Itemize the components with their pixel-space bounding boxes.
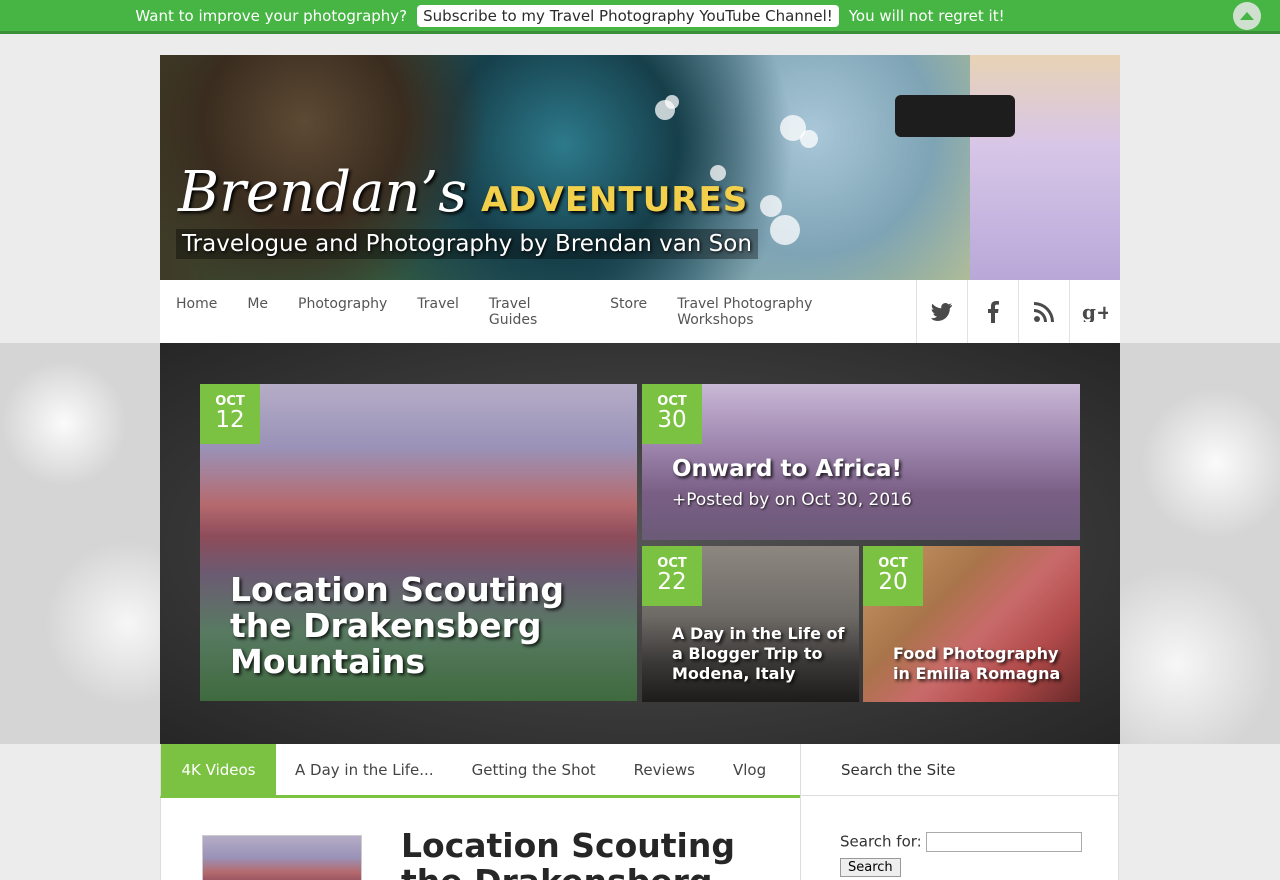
sidebar: Search the Site Search for: Search — [800, 744, 1119, 880]
site-banner[interactable]: Brendan’s Adventures Travelogue and Photo… — [160, 55, 1120, 280]
nav-item-store[interactable]: Store — [610, 296, 647, 328]
svg-text:g+: g+ — [1082, 302, 1108, 322]
featured-slider: OCT 12 Location Scouting the Drakensberg… — [160, 343, 1120, 744]
facebook-icon[interactable] — [967, 280, 1018, 343]
chevron-up-icon[interactable] — [1233, 2, 1261, 30]
twitter-icon[interactable] — [916, 280, 967, 343]
date-day: 12 — [215, 407, 245, 433]
date-badge: OCT 22 — [642, 546, 702, 606]
sidebar-heading: Search the Site — [801, 744, 1118, 796]
date-badge: OCT 12 — [200, 384, 260, 444]
google-plus-icon[interactable]: g+ — [1069, 280, 1120, 343]
brand-name: Brendan’s — [178, 160, 467, 225]
notification-text: Want to improve your photography? — [135, 6, 408, 25]
post-list: Location Scouting the Drakensberg — [160, 798, 800, 880]
post-meta: +Posted by on Oct 30, 2016 — [672, 490, 912, 510]
nav-menu: Home Me Photography Travel Travel Guides… — [160, 296, 916, 328]
site-tagline: Travelogue and Photography by Brendan va… — [176, 229, 758, 259]
tab-getting-the-shot[interactable]: Getting the Shot — [453, 744, 615, 795]
featured-post-title[interactable]: A Day in the Life of a Blogger Trip to M… — [672, 624, 857, 684]
social-links: g+ — [916, 280, 1120, 343]
post-title[interactable]: Location Scouting the Drakensberg — [401, 828, 761, 880]
featured-post-2[interactable]: OCT 30 Onward to Africa! +Posted by on O… — [642, 384, 1080, 540]
search-form: Search for: Search — [801, 796, 1118, 877]
rss-icon[interactable] — [1018, 280, 1069, 343]
featured-post-4[interactable]: OCT 20 Food Photography in Emilia Romagn… — [863, 546, 1080, 702]
date-day: 22 — [657, 569, 687, 595]
nav-item-travel-guides[interactable]: Travel Guides — [489, 296, 580, 328]
notification-bar: Want to improve your photography? Subscr… — [0, 0, 1280, 34]
search-button[interactable]: Search — [840, 858, 901, 877]
featured-post-title[interactable]: Onward to Africa! — [672, 456, 902, 482]
site-logo: Brendan’s Adventures — [178, 160, 748, 225]
tab-vlog[interactable]: Vlog — [714, 744, 785, 795]
search-input[interactable] — [925, 832, 1082, 852]
brand-suffix: Adventures — [480, 180, 749, 220]
photographer-image — [970, 55, 1120, 280]
featured-post-3[interactable]: OCT 22 A Day in the Life of a Blogger Tr… — [642, 546, 859, 702]
nav-item-me[interactable]: Me — [247, 296, 268, 328]
date-day: 20 — [878, 569, 908, 595]
notification-suffix: You will not regret it! — [848, 6, 1005, 25]
nav-item-workshops[interactable]: Travel Photography Workshops — [677, 296, 886, 328]
post-thumbnail[interactable] — [202, 835, 362, 880]
main-navigation: Home Me Photography Travel Travel Guides… — [160, 280, 1120, 343]
nav-item-photography[interactable]: Photography — [298, 296, 387, 328]
date-badge: OCT 30 — [642, 384, 702, 444]
tab-reviews[interactable]: Reviews — [615, 744, 714, 795]
date-day: 30 — [657, 407, 687, 433]
category-tabs: 4K Videos A Day in the Life... Getting t… — [160, 744, 800, 798]
date-month: OCT — [657, 556, 687, 571]
search-label: Search for: — [840, 832, 922, 851]
nav-item-home[interactable]: Home — [176, 296, 217, 328]
date-month: OCT — [878, 556, 908, 571]
nav-item-travel[interactable]: Travel — [417, 296, 459, 328]
tab-day-in-the-life[interactable]: A Day in the Life... — [276, 744, 453, 795]
featured-post-title[interactable]: Food Photography in Emilia Romagna — [893, 644, 1078, 684]
camera-image — [895, 95, 1015, 137]
date-month: OCT — [215, 394, 245, 409]
subscribe-link[interactable]: Subscribe to my Travel Photography YouTu… — [417, 4, 839, 27]
date-month: OCT — [657, 394, 687, 409]
featured-post-title[interactable]: Location Scouting the Drakensberg Mounta… — [230, 572, 630, 680]
tab-4k-videos[interactable]: 4K Videos — [161, 744, 276, 795]
featured-post-1[interactable]: OCT 12 Location Scouting the Drakensberg… — [200, 384, 637, 701]
date-badge: OCT 20 — [863, 546, 923, 606]
